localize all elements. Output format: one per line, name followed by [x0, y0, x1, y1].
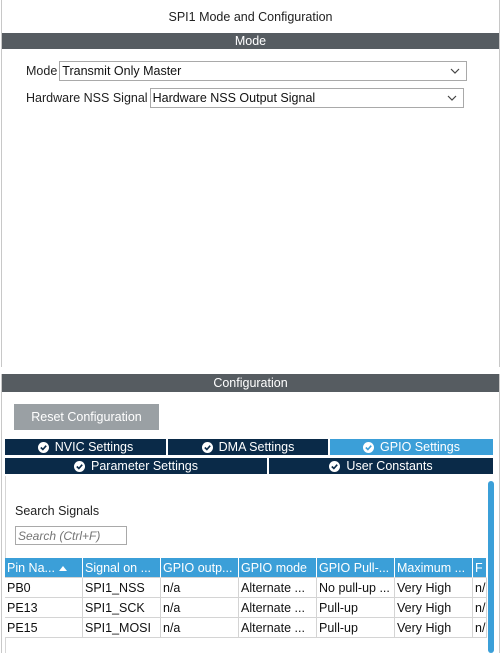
cell-gpio-pull: No pull-up ... [317, 578, 395, 598]
nss-row: Hardware NSS Signal Hardware NSS Output … [26, 88, 464, 108]
mode-label: Mode [26, 64, 58, 78]
column-header-gpio-output[interactable]: GPIO outp... [161, 558, 239, 578]
cell-gpio-mode: Alternate ... [239, 578, 317, 598]
table-row[interactable]: PE15 SPI1_MOSI n/a Alternate ... Pull-up… [5, 618, 487, 638]
check-circle-icon [74, 460, 85, 472]
nss-select[interactable]: Hardware NSS Output Signal [149, 88, 464, 108]
mode-section-header: Mode [2, 33, 499, 49]
cell-gpio-output: n/a [161, 598, 239, 618]
check-circle-icon [329, 460, 341, 472]
cell-maximum: Very High [395, 618, 473, 638]
panel-title: SPI1 Mode and Configuration [168, 9, 333, 24]
cell-gpio-pull: Pull-up [317, 618, 395, 638]
reset-configuration-button[interactable]: Reset Configuration [14, 404, 159, 430]
mode-select-value: Transmit Only Master [62, 64, 182, 78]
tab-parameter-settings[interactable]: Parameter Settings [4, 457, 268, 475]
tab-label: User Constants [346, 459, 433, 473]
column-header-pin-name[interactable]: Pin Na... [5, 558, 83, 578]
vertical-scrollbar[interactable] [488, 481, 494, 653]
tab-label: DMA Settings [218, 440, 295, 454]
tab-user-constants[interactable]: User Constants [268, 457, 494, 475]
column-header-gpio-mode[interactable]: GPIO mode [239, 558, 317, 578]
column-header-signal[interactable]: Signal on ... [83, 558, 161, 578]
table-header-row: Pin Na... Signal on ... GPIO outp... GPI… [5, 558, 487, 578]
tab-nvic-settings[interactable]: NVIC Settings [4, 438, 167, 456]
column-header-maximum[interactable]: Maximum ... [395, 558, 473, 578]
column-header-f[interactable]: F [473, 558, 487, 578]
cell-gpio-output: n/a [161, 618, 239, 638]
tab-gpio-settings[interactable]: GPIO Settings [329, 438, 494, 456]
column-header-gpio-pull[interactable]: GPIO Pull-... [317, 558, 395, 578]
tab-label: NVIC Settings [54, 440, 134, 454]
mode-select[interactable]: Transmit Only Master [59, 61, 468, 81]
search-signals-label: Search Signals [15, 504, 100, 518]
gpio-signals-table: Pin Na... Signal on ... GPIO outp... GPI… [5, 558, 487, 638]
tab-label: GPIO Settings [380, 440, 460, 454]
tab-label: Parameter Settings [91, 459, 198, 473]
nss-select-value: Hardware NSS Output Signal [152, 91, 316, 105]
configuration-section-header: Configuration [2, 374, 499, 392]
check-circle-icon [363, 441, 375, 453]
cell-pin: PB0 [5, 578, 83, 598]
check-circle-icon [201, 441, 213, 453]
chevron-down-icon [447, 95, 457, 101]
cell-signal: SPI1_MOSI [83, 618, 161, 638]
mode-row: Mode Transmit Only Master [26, 61, 468, 81]
chevron-down-icon [450, 68, 460, 74]
configuration-panel: Configuration Reset Configuration NVIC S… [1, 374, 500, 653]
mode-panel: SPI1 Mode and Configuration Mode Mode Tr… [1, 0, 500, 367]
cell-maximum: Very High [395, 578, 473, 598]
table-row[interactable]: PB0 SPI1_NSS n/a Alternate ... No pull-u… [5, 578, 487, 598]
tab-dma-settings[interactable]: DMA Settings [167, 438, 329, 456]
cell-f: n/ [473, 618, 487, 638]
search-signals-input[interactable] [15, 526, 127, 545]
cell-gpio-output: n/a [161, 578, 239, 598]
cell-pin: PE15 [5, 618, 83, 638]
cell-f: n/ [473, 598, 487, 618]
cell-gpio-mode: Alternate ... [239, 598, 317, 618]
cell-gpio-pull: Pull-up [317, 598, 395, 618]
cell-f: n/ [473, 578, 487, 598]
cell-signal: SPI1_NSS [83, 578, 161, 598]
nss-label: Hardware NSS Signal [26, 91, 148, 105]
cell-signal: SPI1_SCK [83, 598, 161, 618]
table-row[interactable]: PE13 SPI1_SCK n/a Alternate ... Pull-up … [5, 598, 487, 618]
cell-maximum: Very High [395, 598, 473, 618]
check-circle-icon [37, 441, 49, 453]
cell-pin: PE13 [5, 598, 83, 618]
sort-ascending-icon [58, 565, 67, 571]
cell-gpio-mode: Alternate ... [239, 618, 317, 638]
